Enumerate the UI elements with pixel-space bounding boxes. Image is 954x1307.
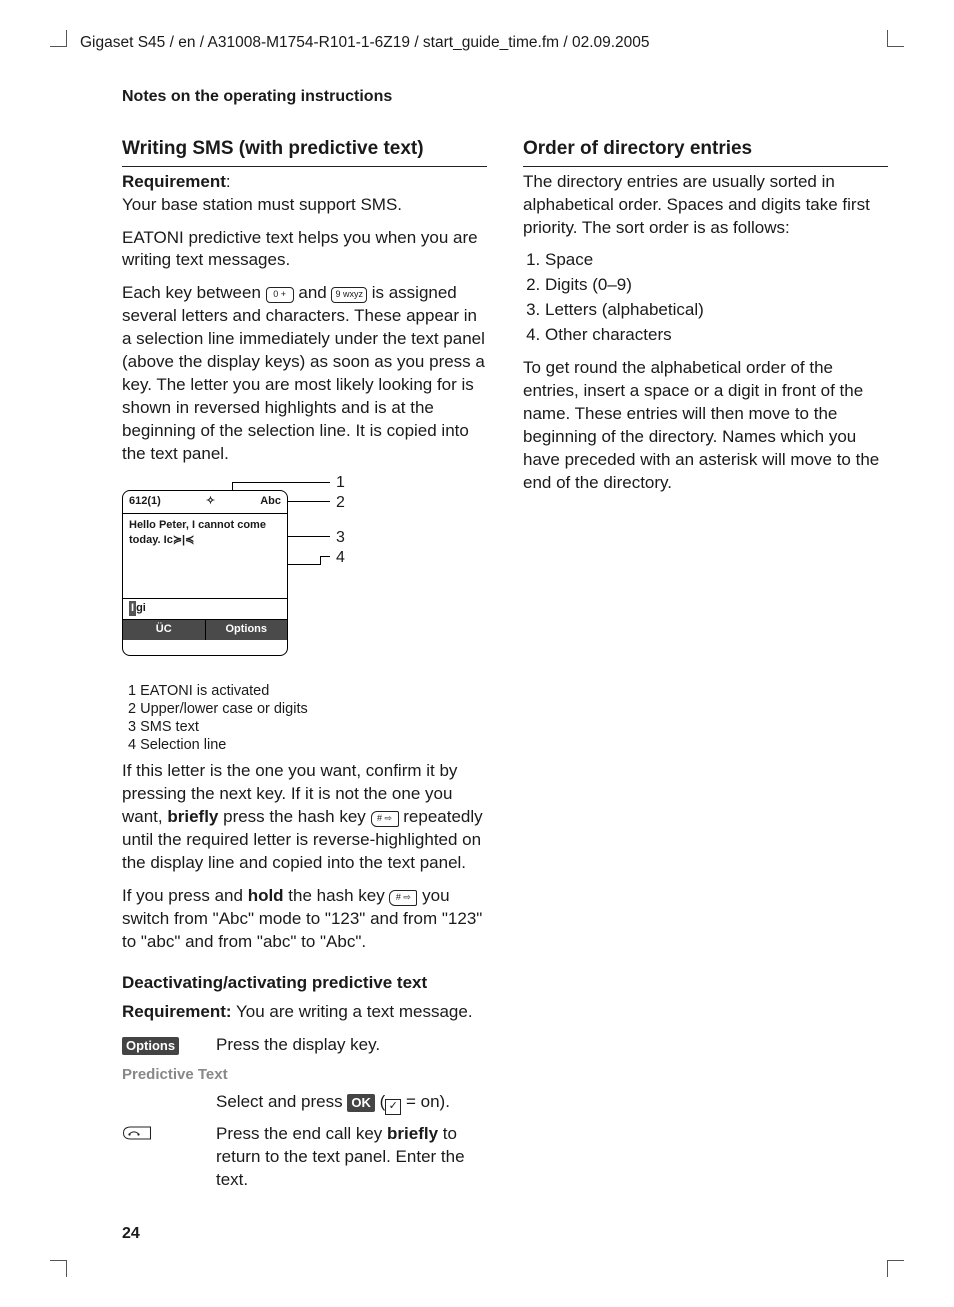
checkbox-icon: ✓	[385, 1099, 401, 1115]
callout-line-1h	[232, 482, 330, 483]
callout-4: 4	[336, 547, 345, 569]
requirement-line: Requirement: Your base station must supp…	[122, 171, 487, 217]
legend-2: 2 Upper/lower case or digits	[128, 700, 487, 718]
step-ok: Select and press OK (✓ = on).	[122, 1091, 487, 1115]
page: Gigaset S45 / en / A31008-M1754-R101-1-6…	[0, 0, 954, 1307]
sms-text-line-2: today. Ic≽|≼	[129, 533, 281, 548]
softkey-right: Options	[206, 620, 288, 640]
callout-line-3	[288, 536, 330, 537]
confirm-letter-paragraph: If this letter is the one you want, conf…	[122, 760, 487, 875]
crop-mark-tr	[887, 30, 904, 47]
callout-1: 1	[336, 472, 345, 494]
sort-item-space: Space	[545, 249, 888, 272]
display-top-bar: 612(1) ✧ Abc	[123, 491, 287, 514]
section-title: Notes on the operating instructions	[122, 88, 888, 106]
sms-text-line-1: Hello Peter, I cannot come	[129, 518, 281, 533]
crop-mark-tl	[50, 30, 67, 47]
phone-display: 612(1) ✧ Abc Hello Peter, I cannot come …	[122, 490, 288, 656]
left-column: Writing SMS (with predictive text) Requi…	[122, 136, 487, 1200]
sort-item-other: Other characters	[545, 324, 888, 347]
menu-predictive-text: Predictive Text	[122, 1065, 487, 1085]
diagram-legend: 1 EATONI is activated 2 Upper/lower case…	[128, 682, 487, 755]
softkey-bar: ÜC Options	[123, 619, 287, 640]
end-call-key-icon	[122, 1125, 152, 1141]
requirement-2-label: Requirement:	[122, 1002, 232, 1021]
char-count: 612(1)	[123, 494, 161, 509]
callout-line-1v	[232, 482, 233, 490]
callout-line-4v2	[320, 556, 321, 565]
hold-hash-paragraph: If you press and hold the hash key # ⇨ y…	[122, 885, 487, 954]
ok-display-key: OK	[347, 1094, 375, 1112]
callout-line-4h2	[320, 556, 330, 557]
display-text-panel: Hello Peter, I cannot come today. Ic≽|≼	[123, 514, 287, 598]
hash-key-icon-2: # ⇨	[389, 890, 417, 906]
sort-bypass: To get round the alphabetical order of t…	[523, 357, 888, 495]
sort-intro: The directory entries are usually sorted…	[523, 171, 888, 240]
callout-3: 3	[336, 527, 345, 549]
key-range-paragraph: Each key between 0 + and 9 wxyz is assig…	[122, 282, 487, 466]
requirement-2: Requirement: You are writing a text mess…	[122, 1001, 487, 1024]
selection-rest: gi	[136, 602, 146, 614]
header-path: Gigaset S45 / en / A31008-M1754-R101-1-6…	[66, 30, 888, 58]
legend-3: 3 SMS text	[128, 718, 487, 736]
hash-key-icon: # ⇨	[371, 811, 399, 827]
sort-order-list: Space Digits (0–9) Letters (alphabetical…	[523, 249, 888, 347]
right-column: Order of directory entries The directory…	[523, 136, 888, 1200]
sms-display-diagram: 1 2 3 4 612(1) ✧ Abc Hello Peter, I cann…	[122, 476, 422, 676]
step-options-text: Press the display key.	[216, 1034, 487, 1057]
step-endcall: Press the end call key briefly to return…	[122, 1123, 487, 1192]
requirement-text: Your base station must support SMS.	[122, 195, 402, 214]
options-display-key: Options	[122, 1037, 179, 1055]
columns: Writing SMS (with predictive text) Requi…	[66, 136, 888, 1200]
heading-order-directory: Order of directory entries	[523, 136, 888, 167]
requirement-colon: :	[226, 172, 231, 191]
key-0-icon: 0 +	[266, 287, 294, 303]
step-options: Options Press the display key.	[122, 1034, 487, 1057]
eatoni-intro: EATONI predictive text helps you when yo…	[122, 227, 487, 273]
crop-mark-bl	[50, 1260, 67, 1277]
sort-item-digits: Digits (0–9)	[545, 274, 888, 297]
key-9-icon: 9 wxyz	[331, 287, 367, 303]
eatoni-icon: ✧	[161, 494, 260, 509]
heading-writing-sms: Writing SMS (with predictive text)	[122, 136, 487, 167]
selection-highlight: I	[129, 601, 136, 616]
page-number: 24	[122, 1225, 140, 1243]
softkey-left: ÜC	[123, 620, 206, 640]
legend-1: 1 EATONI is activated	[128, 682, 487, 700]
cursor-icon: ≽|≼	[173, 533, 195, 548]
selection-line: Igi	[123, 598, 287, 619]
callout-2: 2	[336, 492, 345, 514]
crop-mark-br	[887, 1260, 904, 1277]
subheading-deactivate: Deactivating/activating predictive text	[122, 972, 487, 995]
legend-4: 4 Selection line	[128, 736, 487, 754]
requirement-label: Requirement	[122, 172, 226, 191]
case-mode: Abc	[260, 494, 287, 509]
callout-line-2	[288, 501, 330, 502]
sort-item-letters: Letters (alphabetical)	[545, 299, 888, 322]
